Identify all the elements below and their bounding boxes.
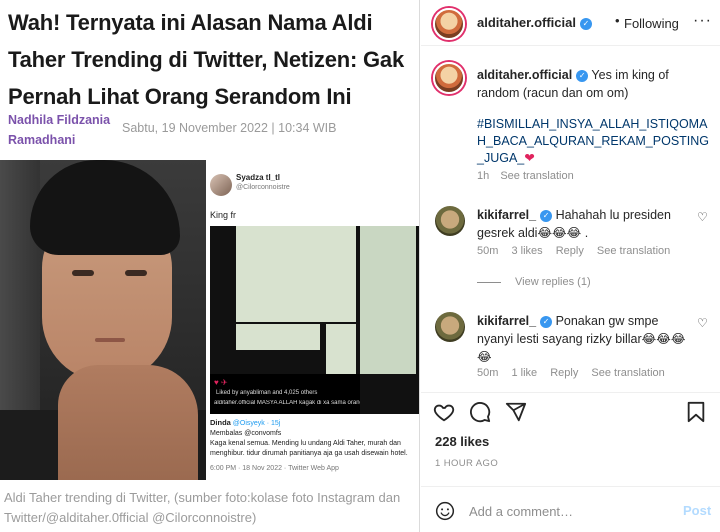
aldi-photo [0,160,206,480]
caption-meta: 1h See translation [477,170,582,182]
save-bookmark-icon[interactable] [685,401,707,423]
comment-meta: 50m 3 likes Reply See translation [477,245,680,257]
comment-text: kikifarrel_ ✓ Hahahah lu presiden gesrek … [477,206,687,242]
more-options-icon[interactable]: ··· [693,12,712,30]
comment-text: kikifarrel_ ✓ Ponakan gw smpe nyanyi lest… [477,312,687,366]
reply-text: Kaga kenal semua. Mending lu undang Aldi… [210,440,408,457]
tweet-image: ♥ ✈ Liked by anyabliman and 4,025 others… [210,226,419,414]
reply-to: Membalas @convomfs [210,430,282,437]
commenter-avatar[interactable] [435,206,465,236]
reply-name: Dinda [210,418,231,427]
comment-time: 50m [477,245,499,257]
tweet-text: King fr [210,210,237,220]
tweet-avatar [210,174,232,196]
article-panel: Wah! Ternyata ini Alasan Nama Aldi Taher… [0,0,420,532]
verified-icon: ✓ [579,17,592,30]
commenter-avatar[interactable] [435,312,465,342]
instagram-panel: alditaher.official ✓ • Following ··· aldi… [421,0,720,532]
reply-handle: @Oisyeyk · 15j [232,420,281,427]
article-date: Sabtu, 19 November 2022 | 10:34 WIB [122,121,337,135]
post-time-ago: 1 HOUR AGO [435,458,499,469]
comment-input[interactable] [469,501,669,521]
comment-icon[interactable] [469,401,491,423]
divider [477,281,501,283]
like-comment-icon[interactable]: ♡ [697,316,708,330]
verified-icon: ✓ [576,69,589,82]
post-header: alditaher.official ✓ • Following ··· [421,0,720,46]
heart-emoji: ❤ [524,151,535,165]
tweet-handle: @Cilorconnoistre [236,184,290,191]
view-replies-button[interactable]: View replies (1) [477,276,591,288]
article-headline: Wah! Ternyata ini Alasan Nama Aldi Taher… [8,10,404,109]
tweet-reply: Dinda @Oisyeyk · 15j Membalas @convomfs … [210,418,419,459]
caption-text: alditaher.official ✓ Yes im king of rando… [477,66,713,102]
tweet-name: Syadza tl_tl [236,173,281,182]
tweet-ig-caption: alditaher.official MASYA ALLAH kagak di … [214,400,360,406]
like-comment-icon[interactable]: ♡ [697,210,708,224]
comment-meta: 50m 1 like Reply See translation [477,367,675,379]
see-translation-link[interactable]: See translation [500,170,573,182]
comment-likes[interactable]: 3 likes [511,245,542,257]
reply-button[interactable]: Reply [556,245,584,257]
comment-time: 50m [477,367,499,379]
post-button[interactable]: Post [683,503,711,518]
tweet-screenshot: Syadza tl_tl @Cilorconnoistre King fr ♥ … [206,160,419,480]
commenter-username[interactable]: kikifarrel_ [477,208,536,222]
post-username[interactable]: alditaher.official ✓ [477,15,592,30]
comment-likes[interactable]: 1 like [511,367,537,379]
likes-count[interactable]: 228 likes [435,434,489,449]
article-author[interactable]: Nadhila Fildzania Ramadhani [8,110,118,150]
see-translation-link[interactable]: See translation [597,245,670,257]
tweet-ig-liked-by: Liked by anyabliman and 4,025 others [216,390,318,396]
caption-avatar[interactable] [433,62,465,94]
photo-caption: Aldi Taher trending di Twitter, (sumber … [4,490,401,525]
reply-button[interactable]: Reply [550,367,578,379]
share-icon[interactable] [505,401,527,423]
caption-time: 1h [477,170,490,182]
caption-username[interactable]: alditaher.official [477,68,572,82]
verified-icon: ✓ [540,315,553,328]
add-comment-bar: Post [421,486,720,532]
tweet-footer: 6:00 PM · 18 Nov 2022 · Twitter Web App [210,465,339,472]
see-translation-link[interactable]: See translation [591,367,664,379]
caption-hashtags[interactable]: #BISMILLAH_INSYA_ALLAH_ISTIQOMAH_BACA_AL… [477,116,713,167]
emoji-icon[interactable] [435,501,455,521]
separator-dot: • [615,13,620,28]
following-button[interactable]: Following [624,16,679,31]
action-bar [421,392,720,428]
like-heart-icon[interactable] [433,401,455,423]
verified-icon: ✓ [540,209,553,222]
avatar[interactable] [433,8,465,40]
commenter-username[interactable]: kikifarrel_ [477,314,536,328]
